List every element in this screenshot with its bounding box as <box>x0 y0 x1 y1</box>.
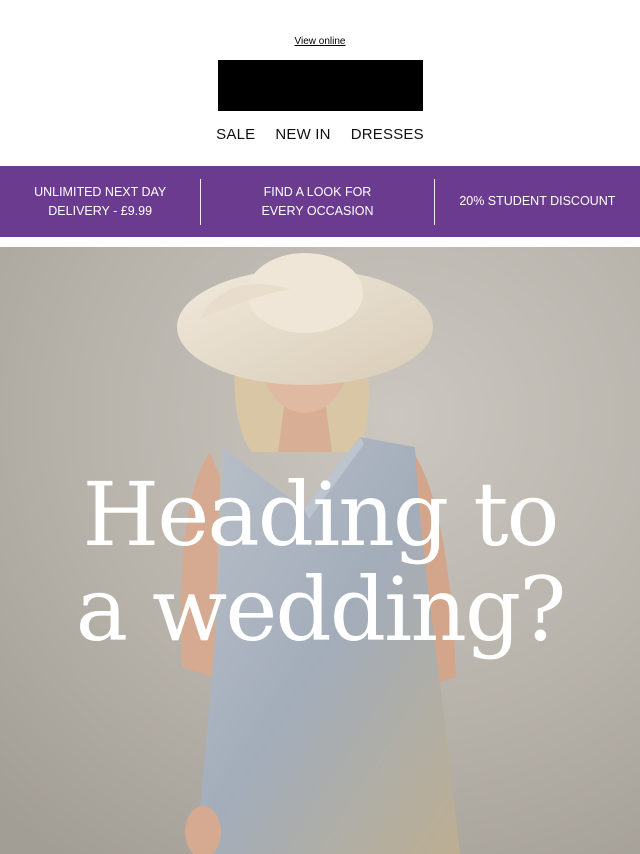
nav-new-in[interactable]: NEW IN <box>275 126 330 143</box>
promo-delivery[interactable]: UNLIMITED NEXT DAY DELIVERY - £9.99 <box>0 166 200 237</box>
promo-divider <box>433 178 435 225</box>
hero-headline-line1: Heading to <box>82 463 559 566</box>
promo-delivery-line1: UNLIMITED NEXT DAY <box>34 184 167 199</box>
promo-bar: UNLIMITED NEXT DAY DELIVERY - £9.99 FIND… <box>0 166 640 237</box>
view-online-link[interactable]: View online <box>0 36 640 47</box>
promo-delivery-line2: DELIVERY - £9.99 <box>48 203 153 218</box>
brand-logo[interactable] <box>218 60 423 111</box>
promo-occasion[interactable]: FIND A LOOK FOR EVERY OCCASION <box>201 166 433 237</box>
email-header: View online SALE NEW IN DRESSES <box>0 0 640 166</box>
nav-sale[interactable]: SALE <box>216 126 255 143</box>
hero-banner[interactable]: Heading to a wedding? <box>0 247 640 854</box>
top-nav: SALE NEW IN DRESSES <box>0 126 640 143</box>
promo-occasion-line1: FIND A LOOK FOR <box>263 184 372 199</box>
hero-headline-line2: a wedding? <box>75 558 567 661</box>
promo-student-discount-label: 20% STUDENT DISCOUNT <box>459 194 616 208</box>
promo-student-discount[interactable]: 20% STUDENT DISCOUNT <box>435 166 640 237</box>
hero-headline: Heading to a wedding? <box>0 467 640 657</box>
promo-occasion-line2: EVERY OCCASION <box>261 203 374 218</box>
promo-divider <box>200 178 202 225</box>
nav-dresses[interactable]: DRESSES <box>351 126 424 143</box>
